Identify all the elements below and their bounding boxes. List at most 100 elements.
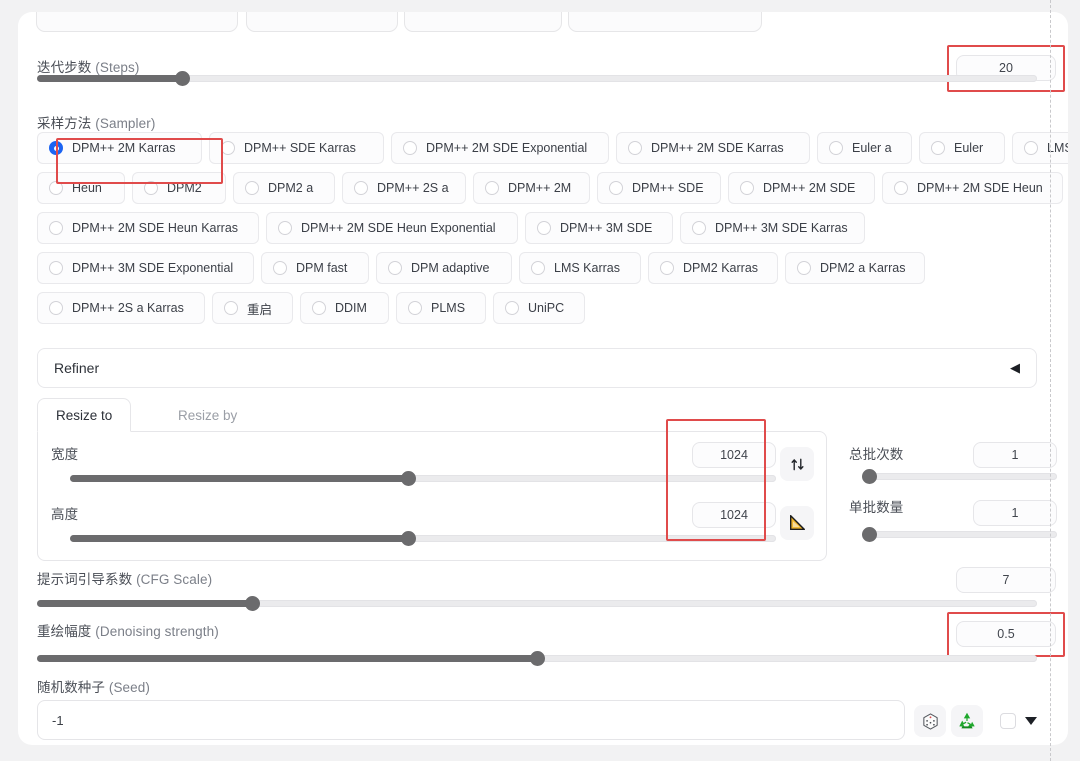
cfg-scale-slider-knob[interactable]: [244, 596, 260, 611]
sampler-label: 采样方法 (Sampler): [37, 112, 155, 132]
radio-unselected-icon[interactable]: [312, 301, 326, 315]
radio-unselected-icon[interactable]: [628, 141, 642, 155]
sampler-option-dpm-sde[interactable]: DPM++ SDE: [597, 172, 721, 204]
radio-unselected-icon[interactable]: [505, 301, 519, 315]
sampler-option-dpm2-a-karras[interactable]: DPM2 a Karras: [785, 252, 925, 284]
top-cutoff-button-1[interactable]: [36, 12, 238, 32]
sampler-option-lms[interactable]: LMS: [1012, 132, 1068, 164]
sampler-option-ddim[interactable]: DDIM: [300, 292, 389, 324]
radio-unselected-icon[interactable]: [537, 221, 551, 235]
sampler-option-dpm-adaptive[interactable]: DPM adaptive: [376, 252, 512, 284]
sampler-option-dpm-3m-sde-exponential[interactable]: DPM++ 3M SDE Exponential: [37, 252, 254, 284]
random-seed-button[interactable]: [914, 705, 946, 737]
radio-selected-icon[interactable]: [49, 141, 63, 155]
radio-unselected-icon[interactable]: [403, 141, 417, 155]
sampler-option-unipc[interactable]: UniPC: [493, 292, 585, 324]
sampler-option-euler-a[interactable]: Euler a: [817, 132, 912, 164]
sampler-option-euler[interactable]: Euler: [919, 132, 1005, 164]
detect-size-button[interactable]: [780, 506, 814, 540]
sampler-option-label: DPM++ 2M SDE Heun Karras: [72, 221, 239, 235]
chevron-left-icon[interactable]: ◀: [1010, 360, 1020, 376]
sampler-option-label: DPM++ 2M: [508, 181, 572, 195]
batch-size-slider-track[interactable]: [862, 527, 1057, 542]
sampler-option-dpm-3m-sde[interactable]: DPM++ 3M SDE: [525, 212, 673, 244]
sampler-option-label: DPM2 a: [268, 181, 314, 195]
sampler-option-lms-karras[interactable]: LMS Karras: [519, 252, 641, 284]
radio-unselected-icon[interactable]: [408, 301, 422, 315]
radio-unselected-icon[interactable]: [660, 261, 674, 275]
height-value-box[interactable]: 1024: [692, 502, 776, 528]
sampler-option-dpm2-karras[interactable]: DPM2 Karras: [648, 252, 778, 284]
radio-unselected-icon[interactable]: [144, 181, 158, 195]
batch-count-value-box[interactable]: 1: [973, 442, 1057, 468]
radio-unselected-icon[interactable]: [49, 261, 63, 275]
batch-size-value-box[interactable]: 1: [973, 500, 1057, 526]
top-cutoff-button-4[interactable]: [568, 12, 762, 32]
radio-unselected-icon[interactable]: [692, 221, 706, 235]
denoising-strength-slider-track[interactable]: [37, 651, 1037, 666]
cfg-scale-slider-track[interactable]: [37, 596, 1037, 611]
refiner-accordion[interactable]: Refiner ◀: [37, 348, 1037, 388]
steps-slider-track[interactable]: [37, 71, 1037, 86]
sampler-option-dpm-2s-a[interactable]: DPM++ 2S a: [342, 172, 466, 204]
batch-count-slider-knob[interactable]: [862, 469, 878, 484]
sampler-option-dpm-2m-sde-exponential[interactable]: DPM++ 2M SDE Exponential: [391, 132, 609, 164]
sampler-option-dpm-sde-karras[interactable]: DPM++ SDE Karras: [209, 132, 384, 164]
radio-unselected-icon[interactable]: [531, 261, 545, 275]
radio-unselected-icon[interactable]: [485, 181, 499, 195]
denoising-strength-value-box[interactable]: 0.5: [956, 621, 1056, 647]
sampler-option-dpm-2m-sde-heun-karras[interactable]: DPM++ 2M SDE Heun Karras: [37, 212, 259, 244]
sampler-option-dpm-2s-a-karras[interactable]: DPM++ 2S a Karras: [37, 292, 205, 324]
radio-unselected-icon[interactable]: [388, 261, 402, 275]
steps-slider-knob[interactable]: [174, 71, 190, 86]
radio-unselected-icon[interactable]: [245, 181, 259, 195]
cfg-scale-value-box[interactable]: 7: [956, 567, 1056, 593]
radio-unselected-icon[interactable]: [224, 301, 238, 315]
radio-unselected-icon[interactable]: [797, 261, 811, 275]
radio-unselected-icon[interactable]: [931, 141, 945, 155]
top-cutoff-button-2[interactable]: [246, 12, 398, 32]
tab-resize-by[interactable]: Resize by: [160, 398, 255, 432]
reuse-seed-button[interactable]: [951, 705, 983, 737]
radio-unselected-icon[interactable]: [278, 221, 292, 235]
sampler-option-dpm-3m-sde-karras[interactable]: DPM++ 3M SDE Karras: [680, 212, 865, 244]
height-slider-track[interactable]: [70, 531, 776, 546]
sampler-option-dpm-2m-sde-heun-exponential[interactable]: DPM++ 2M SDE Heun Exponential: [266, 212, 518, 244]
top-cutoff-button-3[interactable]: [404, 12, 562, 32]
radio-unselected-icon[interactable]: [221, 141, 235, 155]
sampler-option-dpm2-a[interactable]: DPM2 a: [233, 172, 335, 204]
radio-unselected-icon[interactable]: [740, 181, 754, 195]
radio-unselected-icon[interactable]: [49, 221, 63, 235]
caret-down-icon[interactable]: [1025, 717, 1037, 725]
radio-unselected-icon[interactable]: [1024, 141, 1038, 155]
radio-unselected-icon[interactable]: [354, 181, 368, 195]
sampler-option-dpm-2m-karras[interactable]: DPM++ 2M Karras: [37, 132, 202, 164]
denoising-strength-slider-knob[interactable]: [529, 651, 545, 666]
radio-unselected-icon[interactable]: [894, 181, 908, 195]
sampler-option-heun[interactable]: Heun: [37, 172, 125, 204]
seed-input[interactable]: -1: [37, 700, 905, 740]
sampler-option-[interactable]: 重启: [212, 292, 293, 324]
tab-resize-to[interactable]: Resize to: [37, 398, 132, 432]
radio-unselected-icon[interactable]: [49, 181, 63, 195]
radio-unselected-icon[interactable]: [609, 181, 623, 195]
radio-unselected-icon[interactable]: [829, 141, 843, 155]
sampler-option-dpm-2m-sde-heun[interactable]: DPM++ 2M SDE Heun: [882, 172, 1063, 204]
sampler-option-dpm-2m-sde-karras[interactable]: DPM++ 2M SDE Karras: [616, 132, 810, 164]
width-value-box[interactable]: 1024: [692, 442, 776, 468]
batch-size-slider-knob[interactable]: [862, 527, 878, 542]
swap-dimensions-button[interactable]: [780, 447, 814, 481]
batch-count-slider-track[interactable]: [862, 469, 1057, 484]
extra-seed-checkbox[interactable]: [1000, 713, 1016, 729]
sampler-option-dpm-2m[interactable]: DPM++ 2M: [473, 172, 590, 204]
width-slider-track[interactable]: [70, 471, 776, 486]
sampler-option-dpm-fast[interactable]: DPM fast: [261, 252, 369, 284]
radio-unselected-icon[interactable]: [273, 261, 287, 275]
sampler-option-plms[interactable]: PLMS: [396, 292, 486, 324]
radio-unselected-icon[interactable]: [49, 301, 63, 315]
sampler-option-label: DPM++ 2M SDE Karras: [651, 141, 784, 155]
seed-input-value: -1: [52, 712, 64, 728]
sampler-option-label: DPM++ 2M Karras: [72, 141, 176, 155]
sampler-option-dpm2[interactable]: DPM2: [132, 172, 226, 204]
sampler-option-dpm-2m-sde[interactable]: DPM++ 2M SDE: [728, 172, 875, 204]
